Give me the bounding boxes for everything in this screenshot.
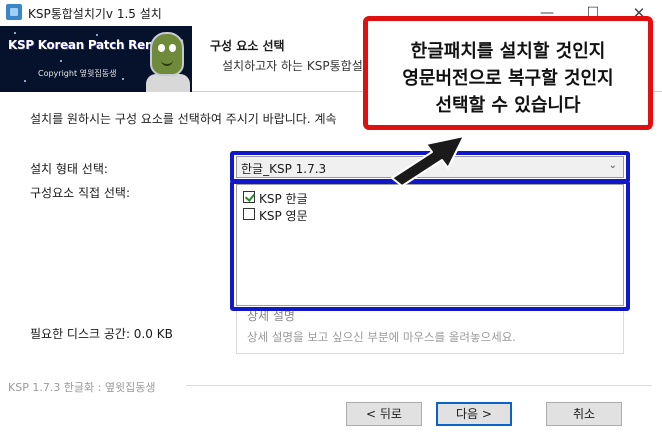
back-button[interactable]: < 뒤로 (346, 402, 422, 426)
annotation-callout: 한글패치를 설치할 것인지 영문버전으로 복구할 것인지 선택할 수 있습니다 (363, 16, 653, 130)
footer-divider (186, 385, 652, 386)
description-text: 상세 설명을 보고 싶으신 부분에 마우스를 올려놓으세요. (247, 330, 516, 344)
instruction-text: 설치를 원하시는 구성 요소를 선택하여 주시기 바랍니다. 계속 (30, 112, 337, 126)
banner-image: KSP Korean Patch Renewal Copyright 옆윗집동생 (0, 26, 192, 92)
annotation-line: 선택할 수 있습니다 (435, 95, 581, 116)
install-type-label: 설치 형태 선택: (30, 162, 108, 176)
next-button[interactable]: 다음 > (436, 402, 512, 426)
banner-copyright: Copyright 옆윗집동생 (38, 69, 117, 78)
description-group: 상세 설명 상세 설명을 보고 싶으신 부분에 마우스를 올려놓으세요. (236, 307, 624, 354)
arrow-icon (391, 135, 465, 187)
footer-brand: KSP 1.7.3 한글화 : 옆윗집동생 (8, 381, 156, 394)
annotation-line: 한글패치를 설치할 것인지 (410, 41, 606, 62)
page-subtitle: 설치하고자 하는 KSP통합설 (222, 59, 363, 73)
kerbal-suit (146, 74, 190, 92)
page-title: 구성 요소 선택 (210, 39, 285, 53)
kerbal-mascot-icon (150, 32, 184, 76)
component-select-label: 구성요소 직접 선택: (30, 186, 130, 200)
cancel-button[interactable]: 취소 (546, 402, 622, 426)
annotation-line: 영문버전으로 복구할 것인지 (402, 68, 614, 89)
window-title: KSP통합설치기v 1.5 설치 (28, 7, 162, 21)
list-highlight-frame (230, 180, 630, 311)
disk-space-label: 필요한 디스크 공간: 0.0 KB (30, 327, 173, 341)
installer-icon (6, 4, 22, 20)
